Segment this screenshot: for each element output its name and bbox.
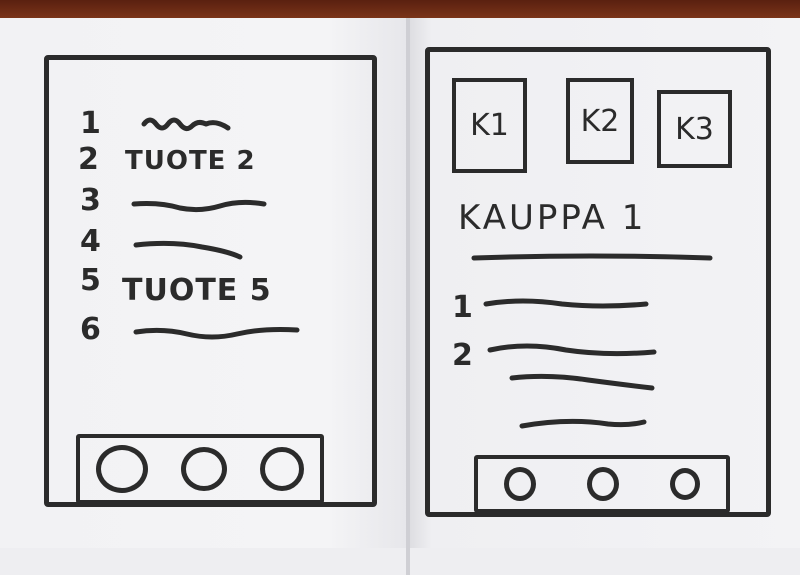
list-item-number: 6 <box>80 312 101 347</box>
nav-button[interactable] <box>96 445 149 493</box>
paper-fold <box>406 18 410 575</box>
paper-bottom-edge <box>0 548 800 575</box>
nav-button[interactable] <box>670 468 701 500</box>
right-bottom-nav <box>474 455 730 513</box>
list-item-number: 2 <box>452 338 473 373</box>
nav-button[interactable] <box>586 467 619 501</box>
list-item-label[interactable]: TUOTE 2 <box>125 146 256 176</box>
list-item-number: 4 <box>80 224 101 259</box>
list-item-scribble[interactable] <box>140 108 240 138</box>
list-item-scribble[interactable] <box>486 338 661 364</box>
list-item-scribble[interactable] <box>518 412 648 436</box>
list-item-number: 2 <box>78 142 99 177</box>
left-bottom-nav <box>76 434 324 504</box>
list-item-scribble[interactable] <box>482 292 652 316</box>
list-item-scribble[interactable] <box>132 235 247 260</box>
tab-k1[interactable]: K1 <box>452 78 527 173</box>
tab-k3[interactable]: K3 <box>657 90 732 168</box>
nav-button[interactable] <box>180 447 227 491</box>
page-title: KAUPPA 1 <box>458 198 647 238</box>
nav-button[interactable] <box>259 447 304 491</box>
list-item-number: 3 <box>80 183 101 218</box>
list-item-label[interactable]: TUOTE 5 <box>122 273 272 308</box>
list-item-number: 5 <box>80 263 101 298</box>
list-item-number: 1 <box>452 290 473 325</box>
list-item-scribble[interactable] <box>130 190 270 220</box>
tab-k2[interactable]: K2 <box>566 78 634 164</box>
list-item-scribble[interactable] <box>132 318 302 348</box>
nav-button[interactable] <box>503 467 536 501</box>
list-item-scribble[interactable] <box>508 368 658 396</box>
title-underline <box>471 253 713 261</box>
list-item-number: 1 <box>80 106 101 141</box>
